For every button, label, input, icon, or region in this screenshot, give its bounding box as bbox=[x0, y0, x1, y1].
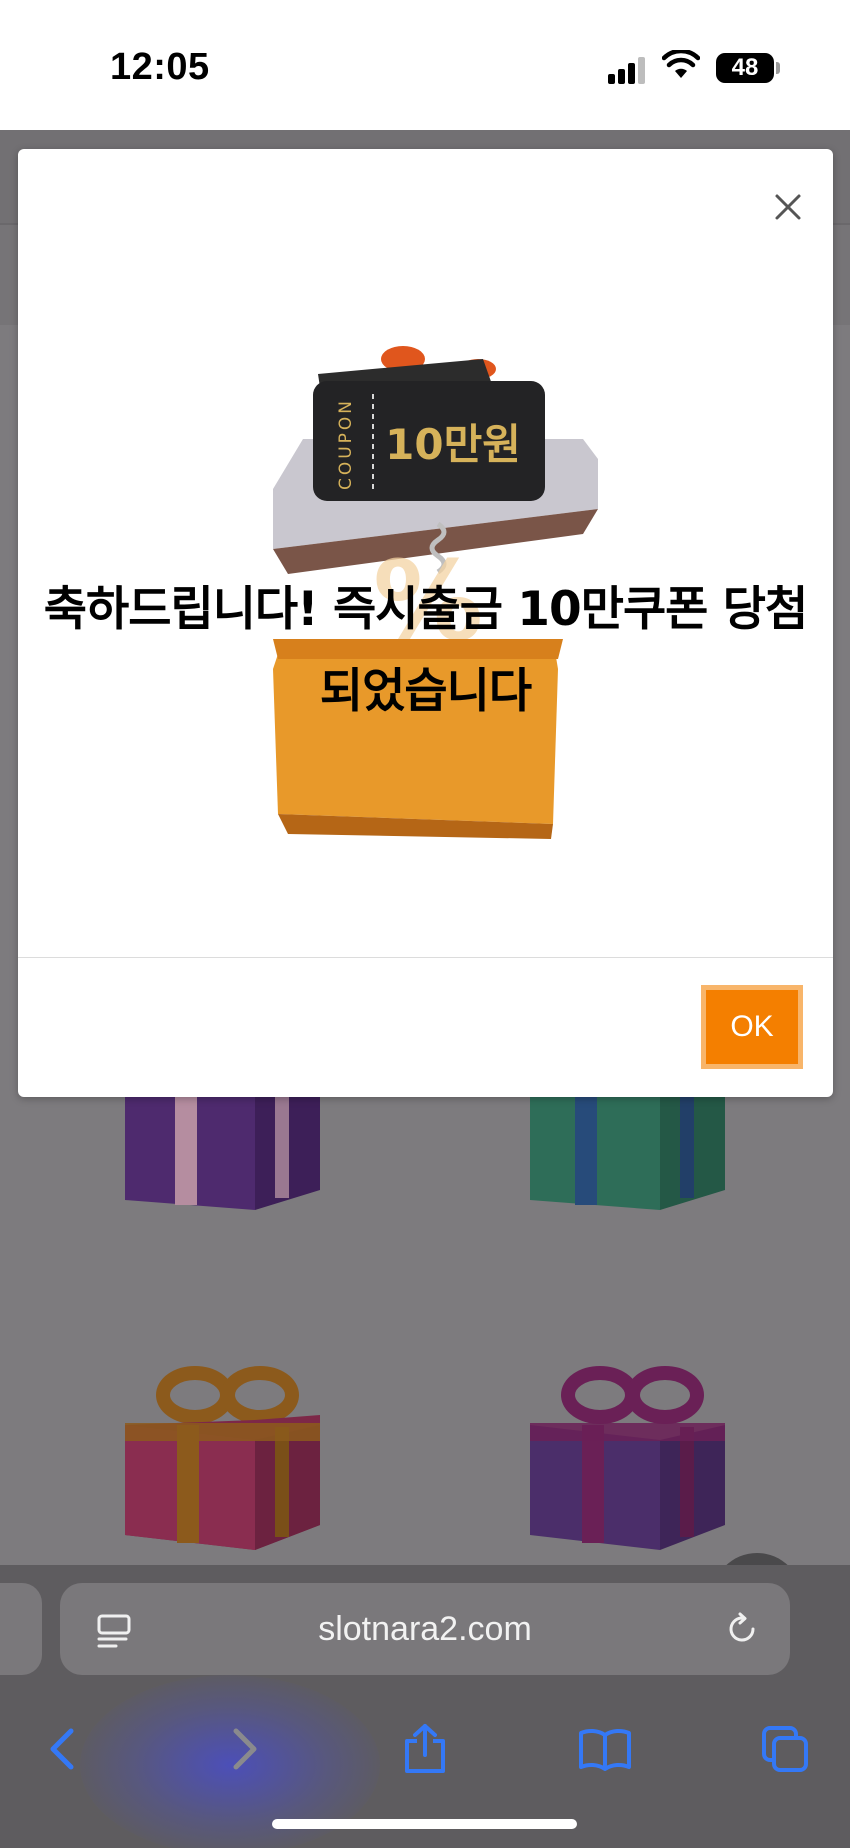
share-icon bbox=[405, 1724, 445, 1773]
address-url: slotnara2.com bbox=[318, 1610, 532, 1648]
signal-icon bbox=[608, 56, 648, 84]
share-button[interactable] bbox=[395, 1719, 455, 1779]
tabs-icon bbox=[762, 1726, 808, 1772]
battery-cap bbox=[776, 62, 780, 74]
address-bar[interactable]: slotnara2.com bbox=[60, 1583, 790, 1675]
ok-button[interactable]: OK bbox=[701, 985, 803, 1069]
browser-bar: slotnara2.com bbox=[0, 1565, 850, 1848]
prize-modal: COUPON 10만원 % 축하드립니다! 즉시출금 10만쿠폰 당첨 되었습니… bbox=[18, 149, 833, 1097]
status-time: 12:05 bbox=[110, 46, 210, 88]
coupon-amount-text: 10만원 bbox=[385, 420, 521, 469]
bookmarks-button[interactable] bbox=[575, 1719, 635, 1779]
back-icon bbox=[50, 1728, 74, 1770]
back-button[interactable] bbox=[32, 1719, 92, 1779]
modal-body: COUPON 10만원 % 축하드립니다! 즉시출금 10만쿠폰 당첨 되었습니… bbox=[18, 149, 833, 957]
gift-box-violet[interactable] bbox=[530, 1365, 725, 1555]
wifi-icon bbox=[662, 50, 700, 78]
gift-box-purple[interactable] bbox=[125, 1090, 320, 1220]
forward-icon bbox=[233, 1728, 257, 1770]
tabs-button[interactable] bbox=[755, 1719, 815, 1779]
reload-icon[interactable] bbox=[724, 1611, 760, 1647]
previous-tab-stub[interactable] bbox=[0, 1583, 42, 1675]
bookmarks-icon bbox=[579, 1728, 631, 1771]
home-indicator bbox=[272, 1819, 577, 1829]
battery-icon: 48 bbox=[716, 53, 774, 83]
status-bar: 12:05 48 bbox=[0, 0, 850, 130]
gift-box-red[interactable] bbox=[125, 1365, 320, 1555]
prize-message: 축하드립니다! 즉시출금 10만쿠폰 당첨 되었습니다 bbox=[43, 582, 809, 719]
browser-toolbar bbox=[0, 1685, 850, 1805]
modal-footer: OK bbox=[18, 957, 833, 1097]
forward-button[interactable] bbox=[215, 1719, 275, 1779]
coupon-tag-text: COUPON bbox=[336, 398, 356, 490]
gift-box-green[interactable] bbox=[530, 1090, 725, 1220]
